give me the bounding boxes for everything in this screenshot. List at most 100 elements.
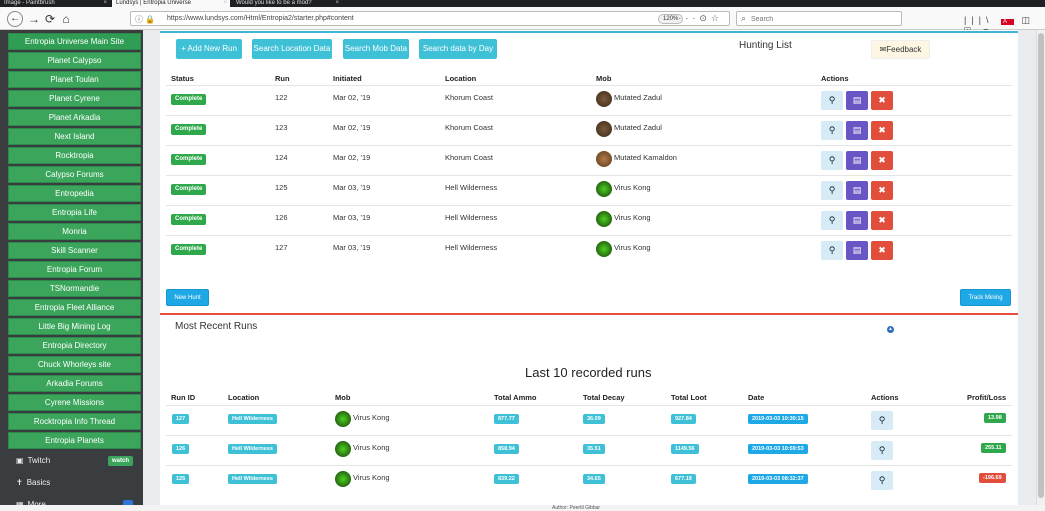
collapse-icon[interactable]: ▲	[887, 326, 894, 333]
extension-icon[interactable]: A	[1001, 19, 1015, 25]
home-icon[interactable]: ⌂	[58, 11, 74, 27]
view-button[interactable]: ⚲	[821, 121, 843, 140]
delete-button[interactable]: ✖	[871, 211, 893, 230]
track-mining-button[interactable]: Track Mining	[960, 289, 1011, 306]
header-location: Location	[228, 393, 260, 402]
tab-paintbrush[interactable]: Image - Paintbrush ×	[0, 0, 110, 7]
table-row: Complete 124 Mar 02, '19 Khorum Coast Mu…	[166, 145, 1012, 175]
sidebar-item-monria[interactable]: Monria	[8, 223, 141, 240]
close-icon: ✖	[878, 125, 886, 135]
sidebar-item-next-island[interactable]: Next Island	[8, 128, 141, 145]
search-day-button[interactable]: Search data by Day	[419, 39, 497, 59]
sidebar-item-entropia-life[interactable]: Entropia Life	[8, 204, 141, 221]
table-row: Complete 123 Mar 02, '19 Khorum Coast Mu…	[166, 115, 1012, 145]
sidebar-item-chuck-whorley[interactable]: Chuck Whorleys site	[8, 356, 141, 373]
search-input[interactable]	[751, 14, 891, 24]
archive-button[interactable]: ▤	[846, 241, 868, 260]
view-button[interactable]: ⚲	[871, 441, 893, 460]
sidebar-basics[interactable]: ✝ Basics	[8, 473, 141, 493]
feedback-button[interactable]: ✉Feedback	[871, 40, 930, 59]
delete-button[interactable]: ✖	[871, 91, 893, 110]
view-button[interactable]: ⚲	[821, 211, 843, 230]
close-icon[interactable]: ×	[335, 0, 339, 7]
sidebar-twitch[interactable]: ▣ Twitch watch	[8, 451, 141, 471]
run-id-chip: 126	[172, 444, 190, 454]
archive-button[interactable]: ▤	[846, 181, 868, 200]
sidebar-item-entropia-forum[interactable]: Entropia Forum	[8, 261, 141, 278]
back-icon[interactable]: ←	[7, 11, 23, 27]
view-button[interactable]: ⚲	[821, 91, 843, 110]
tab-mod[interactable]: Would you like to be a mod? ×	[232, 0, 342, 7]
decay-chip: 36.09	[583, 414, 605, 424]
search-bar[interactable]: ⌕	[736, 11, 902, 26]
close-icon[interactable]: ×	[223, 0, 227, 7]
pin-icon: ✝	[16, 478, 23, 487]
url-text[interactable]: https://www.lundsys.com/Html/Entropia2/s…	[167, 15, 354, 22]
sidebar: Entropia Universe Main Site Planet Calyp…	[0, 30, 143, 511]
run-number: 122	[275, 93, 288, 102]
sidebar-item-directory[interactable]: Entropia Directory	[8, 337, 141, 354]
delete-button[interactable]: ✖	[871, 181, 893, 200]
sidebar-item-rocktropia-thread[interactable]: Rocktropia Info Thread	[8, 413, 141, 430]
header-total-decay: Total Decay	[583, 393, 625, 402]
loot-chip: 1149.56	[671, 444, 699, 454]
close-icon[interactable]: ×	[103, 0, 107, 7]
search-location-button[interactable]: Search Location Data	[252, 39, 332, 59]
sidebar-item-calypso[interactable]: Planet Calypso	[8, 52, 141, 69]
header-initiated: Initiated	[333, 74, 362, 83]
mob-avatar	[335, 471, 351, 487]
new-hunt-button[interactable]: New Hunt	[166, 289, 209, 306]
initiated-date: Mar 03, '19	[333, 183, 371, 192]
location-name: Hell Wilderness	[445, 183, 498, 192]
delete-button[interactable]: ✖	[871, 241, 893, 260]
url-actions-icon[interactable]: ···⊙☆	[678, 13, 723, 24]
status-badge: Complete	[171, 124, 207, 135]
search-icon: ⚲	[828, 95, 836, 105]
url-bar[interactable]: ⓘ 🔒 https://www.lundsys.com/Html/Entropi…	[130, 11, 730, 26]
add-new-run-button[interactable]: + Add New Run	[176, 39, 242, 59]
sidebar-item-entropia-planets[interactable]: Entropia Planets	[8, 432, 141, 449]
sidebar-item-toulan[interactable]: Planet Toulan	[8, 71, 141, 88]
sidebar-item-cyrene[interactable]: Planet Cyrene	[8, 90, 141, 107]
sidebar-item-tsnormandie[interactable]: TSNormandie	[8, 280, 141, 297]
sidebar-item-calypso-forums[interactable]: Calypso Forums	[8, 166, 141, 183]
sidebar-item-mining-log[interactable]: Little Big Mining Log	[8, 318, 141, 335]
header-location: Location	[445, 74, 477, 83]
status-badge: Complete	[171, 94, 207, 105]
archive-button[interactable]: ▤	[846, 211, 868, 230]
sidebar-item-arkadia-forums[interactable]: Arkadia Forums	[8, 375, 141, 392]
search-mob-button[interactable]: Search Mob Data	[343, 39, 409, 59]
archive-button[interactable]: ▤	[846, 151, 868, 170]
run-id-chip: 125	[172, 474, 190, 484]
sidebar-item-fleet-alliance[interactable]: Entropia Fleet Alliance	[8, 299, 141, 316]
run-id-chip: 127	[172, 414, 190, 424]
sidebar-item-rocktropia[interactable]: Rocktropia	[8, 147, 141, 164]
sidebar-item-entropedia[interactable]: Entropedia	[8, 185, 141, 202]
close-icon: ✖	[878, 215, 886, 225]
archive-button[interactable]: ▤	[846, 91, 868, 110]
archive-icon: ▤	[852, 185, 862, 195]
mob-name: Virus Kong	[614, 213, 651, 222]
tab-lundsys[interactable]: Lundsys | Entropia Universe ×	[112, 0, 230, 7]
header-date: Date	[748, 393, 765, 402]
archive-button[interactable]: ▤	[846, 121, 868, 140]
sidebar-item-main-site[interactable]: Entropia Universe Main Site	[8, 33, 141, 50]
forward-icon[interactable]: →	[26, 11, 42, 27]
delete-button[interactable]: ✖	[871, 151, 893, 170]
sidebar-item-arkadia[interactable]: Planet Arkadia	[8, 109, 141, 126]
sidebar-item-cyrene-missions[interactable]: Cyrene Missions	[8, 394, 141, 411]
view-button[interactable]: ⚲	[821, 241, 843, 260]
delete-button[interactable]: ✖	[871, 121, 893, 140]
view-button[interactable]: ⚲	[871, 471, 893, 490]
search-icon: ⚲	[828, 245, 836, 255]
page-scrollbar[interactable]	[1036, 30, 1045, 511]
sidebar-item-skill-scanner[interactable]: Skill Scanner	[8, 242, 141, 259]
date-chip: 2019-03-03 10:59:53	[748, 444, 808, 454]
view-button[interactable]: ⚲	[821, 151, 843, 170]
view-button[interactable]: ⚲	[821, 181, 843, 200]
view-button[interactable]: ⚲	[871, 411, 893, 430]
location-name: Khorum Coast	[445, 153, 493, 162]
reload-icon[interactable]: ⟳	[42, 11, 58, 27]
initiated-date: Mar 03, '19	[333, 243, 371, 252]
scrollbar-thumb[interactable]	[1038, 33, 1044, 498]
